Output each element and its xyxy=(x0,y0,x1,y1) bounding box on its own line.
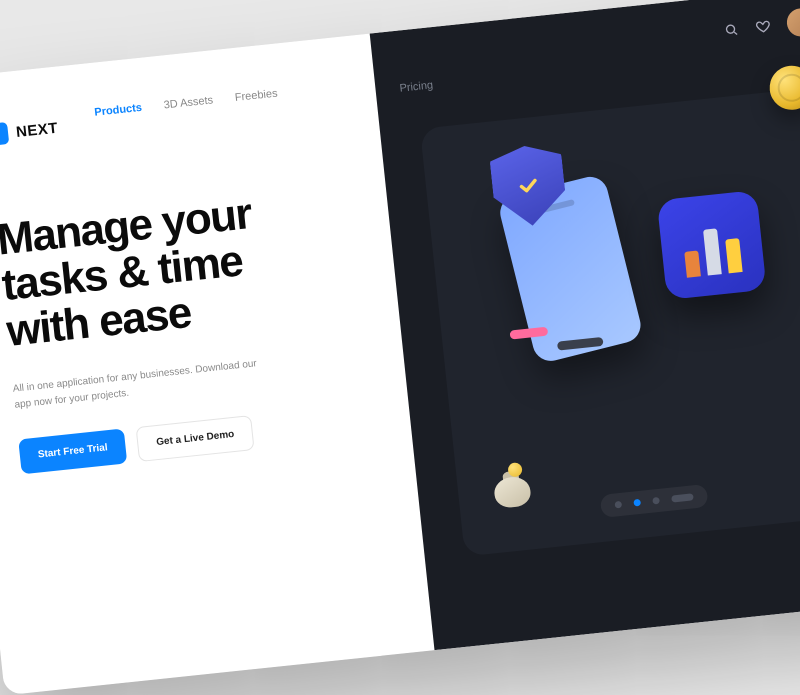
coin-icon xyxy=(767,64,800,112)
left-panel: NEXT Products 3D Assets Freebies Manage … xyxy=(0,34,435,695)
topbar-actions xyxy=(722,7,800,44)
start-free-trial-button[interactable]: Start Free Trial xyxy=(18,428,127,474)
nav-pricing[interactable]: Pricing xyxy=(399,79,434,94)
right-panel: Pricing xyxy=(370,0,800,650)
brand[interactable]: NEXT xyxy=(0,87,343,146)
brand-name: NEXT xyxy=(15,119,59,140)
pager-dot[interactable] xyxy=(652,497,660,505)
heart-icon[interactable] xyxy=(754,18,772,36)
search-icon[interactable] xyxy=(722,21,740,39)
pager-dot-active[interactable] xyxy=(633,499,641,507)
chart-bar xyxy=(684,250,701,277)
cta-row: Start Free Trial Get a Live Demo xyxy=(18,402,378,474)
hero-subtitle: All in one application for any businesse… xyxy=(12,354,274,413)
bar-chart-icon xyxy=(657,190,767,300)
pager-dot[interactable] xyxy=(614,501,622,509)
page-card: NEXT Products 3D Assets Freebies Manage … xyxy=(0,0,800,695)
avatar[interactable] xyxy=(786,7,800,38)
money-bag-icon xyxy=(490,465,534,509)
hero-title: Manage your tasks & time with ease xyxy=(0,180,365,355)
chart-bar xyxy=(703,228,722,275)
hero: Manage your tasks & time with ease All i… xyxy=(0,180,378,474)
get-live-demo-button[interactable]: Get a Live Demo xyxy=(136,415,255,462)
brand-logo-icon xyxy=(0,122,9,146)
hero-illustration xyxy=(420,88,800,556)
pager-dash[interactable] xyxy=(671,493,694,502)
chart-bar xyxy=(725,238,742,273)
carousel-pager[interactable] xyxy=(600,484,709,518)
